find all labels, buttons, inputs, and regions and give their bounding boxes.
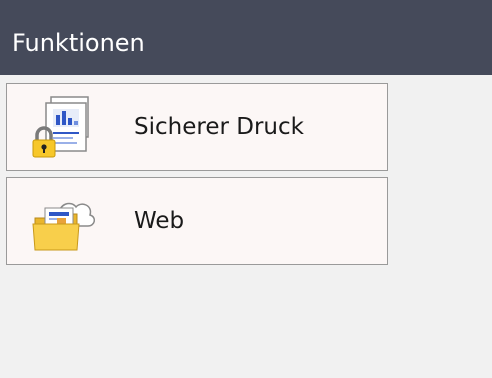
- menu-item-web[interactable]: Web: [6, 177, 388, 265]
- menu-item-label: Web: [134, 208, 185, 234]
- menu-item-label: Sicherer Druck: [134, 114, 304, 140]
- web-folder-icon: [31, 188, 101, 254]
- page-title: Funktionen: [12, 29, 145, 57]
- header-bar: Funktionen: [0, 0, 492, 75]
- secure-print-icon: [31, 94, 101, 160]
- menu-item-secure-print[interactable]: Sicherer Druck: [6, 83, 388, 171]
